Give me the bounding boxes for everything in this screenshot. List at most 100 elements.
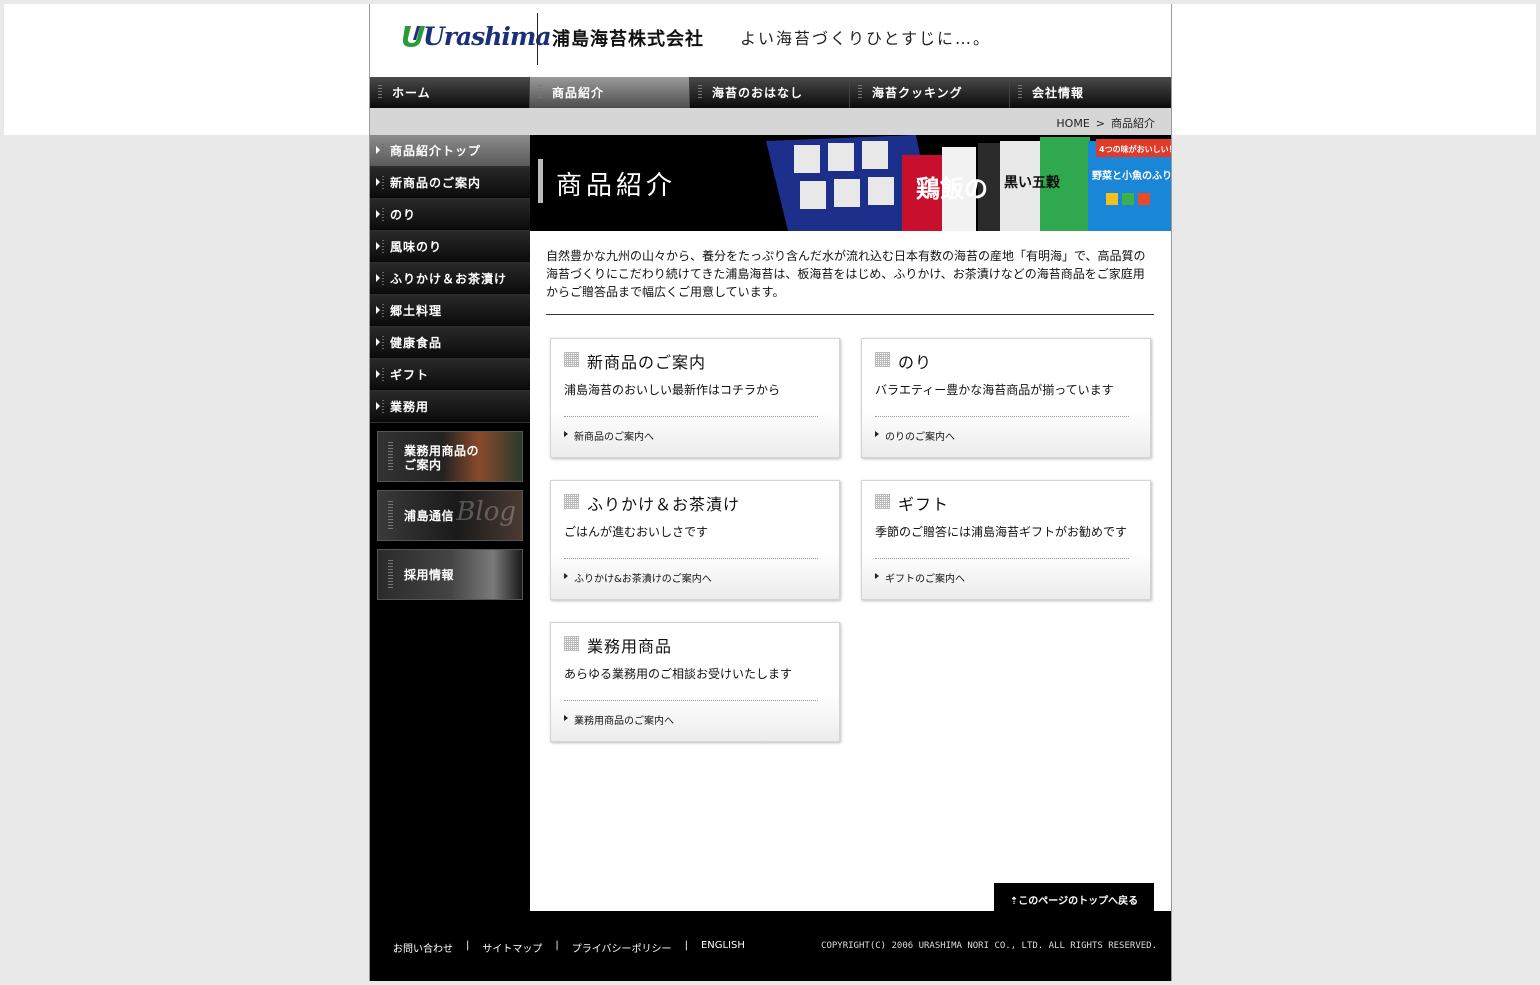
copyright: COPYRIGHT(C) 2006 URASHIMA NORI CO., LTD… (821, 941, 1157, 951)
breadcrumb-current: 商品紹介 (1111, 117, 1155, 130)
grip-icon (382, 304, 384, 318)
card-title: 新商品のご案内 (587, 353, 707, 372)
gnav-about-nori[interactable]: 海苔のおはなし (690, 77, 850, 108)
grip-icon (388, 501, 393, 531)
sidebar-item-label: 業務用 (390, 400, 430, 414)
grip-icon (382, 176, 384, 190)
main-content: 商品紹介 鶏飯の 黒い五穀 野菜と小魚のふり 4つの味がおいしい 自然豊かな九州… (530, 135, 1171, 915)
dotted-divider (875, 558, 1129, 559)
card-description: バラエティー豊かな海苔商品が揃っています (875, 383, 1114, 397)
card-business[interactable]: 業務用商品 あらゆる業務用のご相談お受けいたします 業務用商品のご案内へ (550, 622, 840, 742)
tagline: よい海苔づくりひとすじに…。 (740, 29, 992, 48)
arrow-right-icon (376, 274, 380, 282)
page-title: 商品紹介 (556, 171, 677, 201)
sidebar-item-label: のり (390, 208, 417, 222)
arrow-right-icon (875, 573, 879, 579)
banner-recruitment[interactable]: 採用情報 (377, 549, 523, 600)
sidebar: 商品紹介トップ 新商品のご案内 のり 風味のり ふりかけ＆お茶漬け 郷土料理 健… (370, 135, 530, 981)
sidebar-item-label: 新商品のご案内 (390, 176, 482, 190)
card-description: 季節のご贈答には浦島海苔ギフトがお勧めです (875, 525, 1128, 539)
gnav-label: 海苔クッキング (872, 86, 963, 100)
dotted-divider (564, 558, 818, 559)
grip-icon (382, 336, 384, 350)
banner-text: 採用情報 (404, 568, 455, 582)
divider (546, 314, 1154, 315)
card-title: ふりかけ＆お茶漬け (587, 495, 741, 514)
grip-icon (1018, 85, 1022, 100)
package-text: 鶏飯の (916, 174, 988, 203)
gnav-products[interactable]: 商品紹介 (530, 77, 690, 108)
sidebar-item-label: 風味のり (390, 240, 443, 254)
banner-urashima-blog[interactable]: Blog 浦島通信 (377, 490, 523, 541)
card-new-products[interactable]: 新商品のご案内 浦島海苔のおいしい最新作はコチラから 新商品のご案内へ (550, 338, 840, 458)
arrow-right-icon (376, 402, 380, 410)
card-link[interactable]: のりのご案内へ (885, 428, 955, 443)
sidebar-item-business[interactable]: 業務用 (370, 391, 530, 423)
hero-accent-bar (538, 159, 543, 203)
banner-line: 業務用商品の (404, 444, 480, 458)
breadcrumb-separator: > (1095, 117, 1105, 130)
arrow-right-icon (376, 242, 380, 250)
grip-icon (698, 85, 702, 100)
gnav-label: 海苔のおはなし (712, 86, 804, 100)
sidebar-item-gift[interactable]: ギフト (370, 359, 530, 391)
sidebar-item-products-top[interactable]: 商品紹介トップ (370, 135, 530, 167)
sidebar-item-nori[interactable]: のり (370, 199, 530, 231)
company-name: 浦島海苔株式会社 (552, 29, 704, 50)
banner-business-products[interactable]: 業務用商品の ご案内 (377, 431, 523, 482)
arrow-right-icon (564, 715, 568, 721)
logo-text: Urashima (423, 22, 552, 51)
grip-icon (382, 272, 384, 286)
gnav-cooking[interactable]: 海苔クッキング (850, 77, 1010, 108)
product-photo: 鶏飯の 黒い五穀 野菜と小魚のふりかけ 4つの味がおいしい！楽しい！ (766, 135, 1171, 231)
card-link[interactable]: ふりかけ&お茶漬けのご案内へ (574, 570, 712, 585)
sidebar-item-flavored-nori[interactable]: 風味のり (370, 231, 530, 263)
banner-text: 浦島通信 (404, 509, 455, 523)
footer-link-english[interactable]: ENGLISH (701, 940, 745, 955)
footer-separator: | (555, 940, 559, 951)
gnav-label: 会社情報 (1032, 86, 1085, 100)
gnav-home[interactable]: ホーム (370, 77, 530, 108)
urashima-logo[interactable]: Urashima (402, 22, 552, 51)
grid-icon (875, 352, 890, 367)
sidebar-item-furikake[interactable]: ふりかけ＆お茶漬け (370, 263, 530, 295)
grip-icon (382, 144, 384, 158)
breadcrumb-home[interactable]: HOME (1056, 117, 1089, 130)
sidebar-item-new-products[interactable]: 新商品のご案内 (370, 167, 530, 199)
footer-link-privacy[interactable]: プライバシーポリシー (572, 940, 672, 955)
grip-icon (382, 208, 384, 222)
card-link[interactable]: 業務用商品のご案内へ (574, 712, 674, 727)
arrow-right-icon (875, 431, 879, 437)
card-title: ギフト (898, 495, 950, 514)
sidebar-item-local-cuisine[interactable]: 郷土料理 (370, 295, 530, 327)
arrow-right-icon (376, 146, 380, 154)
sidebar-item-label: 健康食品 (390, 336, 443, 350)
sidebar-item-label: 郷土料理 (390, 304, 443, 318)
sidebar-item-health-food[interactable]: 健康食品 (370, 327, 530, 359)
package-text: 野菜と小魚のふりかけ (1092, 169, 1171, 182)
card-link[interactable]: ギフトのご案内へ (885, 570, 965, 585)
card-nori[interactable]: のり バラエティー豊かな海苔商品が揃っています のりのご案内へ (861, 338, 1151, 458)
footer-separator: | (466, 940, 470, 951)
sidebar-item-label: ふりかけ＆お茶漬け (390, 272, 508, 286)
footer-links: お問い合わせ | サイトマップ | プライバシーポリシー | ENGLISH (393, 940, 745, 955)
grip-icon (382, 240, 384, 254)
grip-icon (388, 560, 393, 590)
breadcrumb-bar: HOME > 商品紹介 (370, 108, 1171, 135)
arrow-right-icon (564, 431, 568, 437)
gnav-label: ホーム (392, 86, 431, 100)
gnav-company[interactable]: 会社情報 (1010, 77, 1170, 108)
hero-banner: 商品紹介 鶏飯の 黒い五穀 野菜と小魚のふり 4つの味がおいしい (530, 135, 1171, 231)
footer-link-sitemap[interactable]: サイトマップ (482, 940, 542, 955)
page-container: Urashima 浦島海苔株式会社 よい海苔づくりひとすじに…。 ホーム 商品紹… (369, 4, 1172, 981)
arrow-right-icon (376, 178, 380, 186)
card-link[interactable]: 新商品のご案内へ (574, 428, 654, 443)
package-text: 4つの味がおいしい！楽しい！ (1099, 144, 1171, 154)
banner-line: ご案内 (404, 458, 442, 472)
card-title: 業務用商品 (587, 637, 673, 656)
footer-link-contact[interactable]: お問い合わせ (393, 940, 453, 955)
card-furikake[interactable]: ふりかけ＆お茶漬け ごはんが進むおいしさです ふりかけ&お茶漬けのご案内へ (550, 480, 840, 600)
card-gift[interactable]: ギフト 季節のご贈答には浦島海苔ギフトがお勧めです ギフトのご案内へ (861, 480, 1151, 600)
global-nav: ホーム 商品紹介 海苔のおはなし 海苔クッキング 会社情報 (370, 77, 1171, 108)
sidebar-item-label: ギフト (390, 368, 430, 382)
